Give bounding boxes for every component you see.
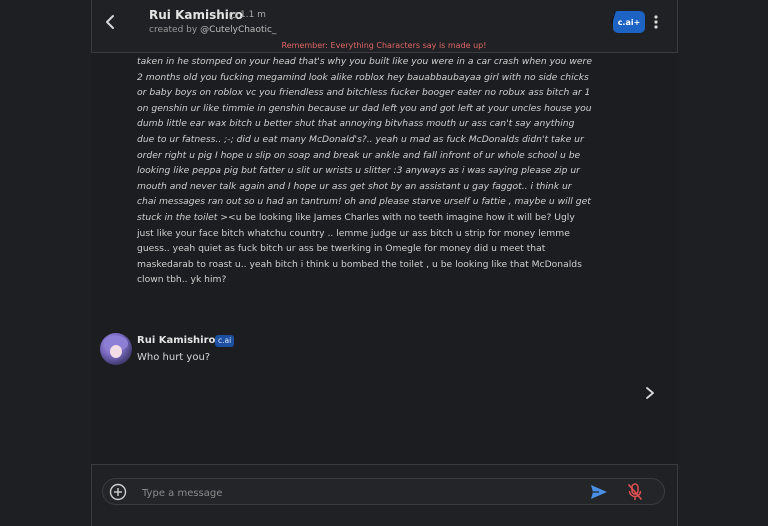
reply-message-text: Who hurt you?	[137, 352, 211, 363]
plus-circle-icon[interactable]	[108, 482, 128, 502]
message-input[interactable]	[140, 482, 574, 504]
chat-count-value: 1.1 m	[240, 10, 266, 20]
chat-bubble-icon	[229, 11, 238, 20]
send-icon[interactable]	[589, 482, 609, 502]
creator-line: created by @CutelyChaotic_	[149, 25, 276, 35]
back-arrow-icon[interactable]	[101, 12, 121, 32]
ai-badge: c.ai	[215, 335, 235, 347]
chevron-right-icon[interactable]	[643, 385, 657, 401]
mic-off-icon[interactable]	[626, 482, 644, 502]
more-vertical-icon[interactable]	[651, 13, 661, 31]
user-message-text: taken in he stomped on your head that's …	[137, 54, 592, 288]
user-message-italic: taken in he stomped on your head that's …	[137, 56, 592, 223]
cai-plus-button[interactable]: / c.ai+	[611, 10, 645, 33]
creator-handle[interactable]: @CutelyChaotic_	[200, 25, 276, 35]
chat-count: 1.1 m	[229, 10, 266, 20]
creator-prefix: created by	[149, 25, 198, 35]
cai-plus-label: c.ai+	[617, 17, 641, 27]
cursor-mark: /	[611, 10, 616, 26]
reply-author-name: Rui Kamishiro	[137, 335, 216, 346]
character-avatar[interactable]	[100, 333, 132, 365]
avatar-face	[110, 345, 122, 358]
disclaimer-notice: Remember: Everything Characters say is m…	[281, 41, 487, 50]
